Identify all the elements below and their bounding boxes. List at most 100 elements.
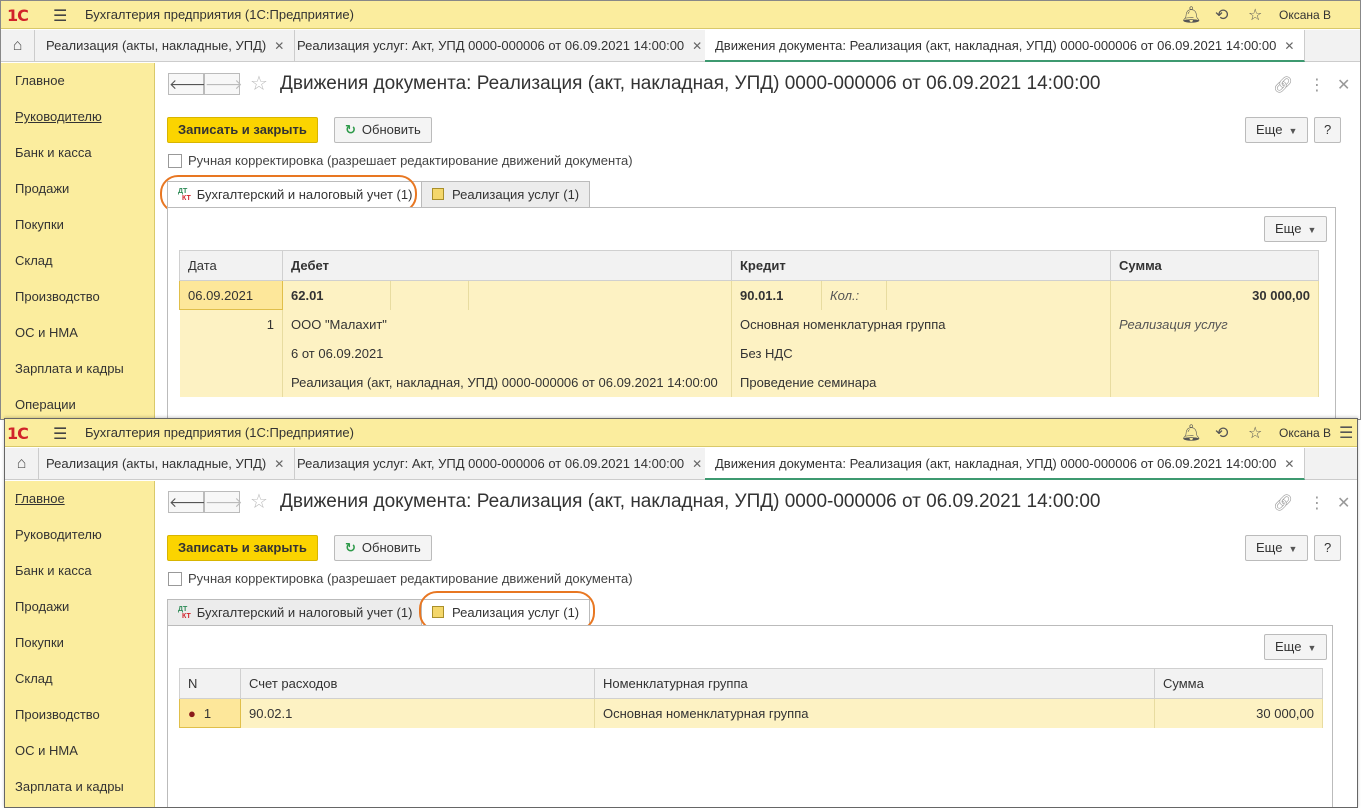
sidebar-item-bank[interactable]: Банк и касса bbox=[5, 553, 154, 589]
table-row[interactable]: 6 от 06.09.2021 Без НДС bbox=[179, 338, 1319, 368]
open-tab[interactable]: Реализация услуг: Акт, УПД 0000-000006 о… bbox=[287, 448, 714, 480]
sidebar-item-sales[interactable]: Продажи bbox=[5, 589, 154, 625]
col-date[interactable]: Дата bbox=[179, 250, 283, 281]
sidebar-item-main[interactable]: Главное bbox=[5, 481, 154, 517]
cell-debit-account[interactable]: 62.01 bbox=[282, 280, 391, 310]
sidebar-item-payroll[interactable]: Зарплата и кадры bbox=[5, 769, 154, 805]
manual-edit-checkbox[interactable] bbox=[168, 572, 182, 586]
close-icon[interactable]: ✕ bbox=[692, 457, 702, 471]
refresh-button[interactable]: ↻ Обновить bbox=[334, 117, 432, 143]
cell-account[interactable]: 90.02.1 bbox=[240, 698, 595, 728]
open-tab[interactable]: Реализация (акты, накладные, УПД) ✕ bbox=[36, 30, 296, 62]
cell-credit-sub3[interactable]: Проведение семинара bbox=[731, 367, 1111, 397]
open-tab[interactable]: Реализация (акты, накладные, УПД) ✕ bbox=[36, 448, 296, 480]
close-icon[interactable]: ✕ bbox=[1337, 75, 1350, 95]
user-name[interactable]: Оксана В bbox=[1279, 426, 1331, 440]
main-menu-icon[interactable]: ☰ bbox=[53, 424, 67, 444]
cell-debit-sub1[interactable]: ООО "Малахит" bbox=[282, 309, 732, 339]
cell-debit-sub3[interactable]: Реализация (акт, накладная, УПД) 0000-00… bbox=[282, 367, 732, 397]
history-icon[interactable]: ⟲ bbox=[1215, 423, 1228, 443]
forward-button[interactable]: 🡒 bbox=[204, 73, 243, 95]
sidebar-item-warehouse[interactable]: Склад bbox=[1, 243, 154, 279]
history-icon[interactable]: ⟲ bbox=[1215, 5, 1228, 25]
sidebar-item-production[interactable]: Производство bbox=[5, 697, 154, 733]
open-tab-active[interactable]: Движения документа: Реализация (акт, нак… bbox=[705, 30, 1306, 62]
cell-content[interactable]: Реализация услуг bbox=[1110, 309, 1319, 339]
favorite-star-icon[interactable]: ☆ bbox=[250, 71, 268, 96]
user-name[interactable]: Оксана В bbox=[1279, 8, 1331, 22]
main-menu-icon[interactable]: ☰ bbox=[53, 6, 67, 26]
more-button[interactable]: Еще ▼ bbox=[1245, 117, 1309, 143]
sidebar-item-assets[interactable]: ОС и НМА bbox=[5, 733, 154, 769]
link-icon[interactable]: 🔗︎ bbox=[1273, 493, 1293, 513]
cell-empty[interactable] bbox=[468, 280, 732, 310]
col-amount[interactable]: Сумма bbox=[1110, 250, 1319, 281]
sidebar-item-payroll[interactable]: Зарплата и кадры bbox=[1, 351, 154, 387]
cell-credit-sub1[interactable]: Основная номенклатурная группа bbox=[731, 309, 1111, 339]
notifications-icon[interactable]: 🔔︎ bbox=[1181, 5, 1201, 25]
col-nomenclature-group[interactable]: Номенклатурная группа bbox=[594, 668, 1155, 699]
home-icon[interactable]: ⌂ bbox=[1, 30, 35, 62]
sidebar-item-operations[interactable]: Операции bbox=[1, 387, 154, 419]
table-row[interactable]: ● 1 90.02.1 Основная номенклатурная групп… bbox=[179, 698, 1323, 728]
sidebar-item-warehouse[interactable]: Склад bbox=[5, 661, 154, 697]
window-menu-icon[interactable]: ☰ bbox=[1339, 423, 1353, 443]
cell-amount[interactable]: 30 000,00 bbox=[1154, 698, 1323, 728]
favorites-icon[interactable]: ☆ bbox=[1248, 5, 1262, 25]
cell-credit-sub2[interactable]: Без НДС bbox=[731, 338, 1111, 368]
cell-empty[interactable] bbox=[390, 280, 469, 310]
help-button[interactable]: ? bbox=[1314, 535, 1342, 561]
tab-services[interactable]: Реализация услуг (1) bbox=[421, 181, 591, 207]
more-button[interactable]: Еще ▼ bbox=[1245, 535, 1309, 561]
more-actions-icon[interactable]: ⋮ bbox=[1309, 493, 1325, 513]
close-icon[interactable]: ✕ bbox=[1337, 493, 1350, 513]
save-close-button[interactable]: Записать и закрыть bbox=[167, 117, 318, 143]
table-more-button[interactable]: Еще ▼ bbox=[1264, 634, 1328, 660]
home-icon[interactable]: ⌂ bbox=[5, 448, 39, 480]
sidebar-item-purchases[interactable]: Покупки bbox=[1, 207, 154, 243]
sidebar-item-production[interactable]: Производство bbox=[1, 279, 154, 315]
col-debit[interactable]: Дебет bbox=[282, 250, 732, 281]
open-tab-active[interactable]: Движения документа: Реализация (акт, нак… bbox=[705, 448, 1306, 480]
cell-credit-account[interactable]: 90.01.1 bbox=[731, 280, 822, 310]
favorite-star-icon[interactable]: ☆ bbox=[250, 489, 268, 514]
close-icon[interactable]: ✕ bbox=[1284, 39, 1294, 53]
sidebar-item-assets[interactable]: ОС и НМА bbox=[1, 315, 154, 351]
sidebar-item-bank[interactable]: Банк и касса bbox=[1, 135, 154, 171]
refresh-button[interactable]: ↻ Обновить bbox=[334, 535, 432, 561]
col-expense-account[interactable]: Счет расходов bbox=[240, 668, 595, 699]
tab-accounting[interactable]: ДТ КТ Бухгалтерский и налоговый учет (1) bbox=[167, 599, 424, 625]
close-icon[interactable]: ✕ bbox=[274, 39, 284, 53]
table-row[interactable]: Реализация (акт, накладная, УПД) 0000-00… bbox=[179, 367, 1319, 397]
link-icon[interactable]: 🔗︎ bbox=[1273, 75, 1293, 95]
cell-debit-sub2[interactable]: 6 от 06.09.2021 bbox=[282, 338, 732, 368]
sidebar-item-main[interactable]: Главное bbox=[1, 63, 154, 99]
col-credit[interactable]: Кредит bbox=[731, 250, 1111, 281]
table-more-button[interactable]: Еще ▼ bbox=[1264, 216, 1328, 242]
back-button[interactable]: 🡐 bbox=[168, 491, 207, 513]
manual-edit-checkbox[interactable] bbox=[168, 154, 182, 168]
sidebar-item-manager[interactable]: Руководителю bbox=[5, 517, 154, 553]
help-button[interactable]: ? bbox=[1314, 117, 1342, 143]
sidebar-item-sales[interactable]: Продажи bbox=[1, 171, 154, 207]
table-row[interactable]: 1 ООО "Малахит" Основная номенклатурная … bbox=[179, 309, 1319, 339]
close-icon[interactable]: ✕ bbox=[1284, 457, 1294, 471]
favorites-icon[interactable]: ☆ bbox=[1248, 423, 1262, 443]
open-tab[interactable]: Реализация услуг: Акт, УПД 0000-000006 о… bbox=[287, 30, 714, 62]
close-icon[interactable]: ✕ bbox=[274, 457, 284, 471]
col-amount[interactable]: Сумма bbox=[1154, 668, 1323, 699]
sidebar-item-manager[interactable]: Руководителю bbox=[1, 99, 154, 135]
close-icon[interactable]: ✕ bbox=[692, 39, 702, 53]
sidebar-item-purchases[interactable]: Покупки bbox=[5, 625, 154, 661]
back-button[interactable]: 🡐 bbox=[168, 73, 207, 95]
cell-date[interactable]: 06.09.2021 bbox=[179, 280, 283, 310]
save-close-button[interactable]: Записать и закрыть bbox=[167, 535, 318, 561]
more-actions-icon[interactable]: ⋮ bbox=[1309, 75, 1325, 95]
cell-amount[interactable]: 30 000,00 bbox=[1110, 280, 1319, 310]
table-row[interactable]: 06.09.2021 62.01 90.01.1 Кол.: 30 000,00 bbox=[179, 280, 1319, 310]
cell-n[interactable]: ● 1 bbox=[179, 698, 241, 728]
cell-empty[interactable] bbox=[886, 280, 1111, 310]
forward-button[interactable]: 🡒 bbox=[204, 491, 243, 513]
cell-group[interactable]: Основная номенклатурная группа bbox=[594, 698, 1155, 728]
col-n[interactable]: N bbox=[179, 668, 241, 699]
